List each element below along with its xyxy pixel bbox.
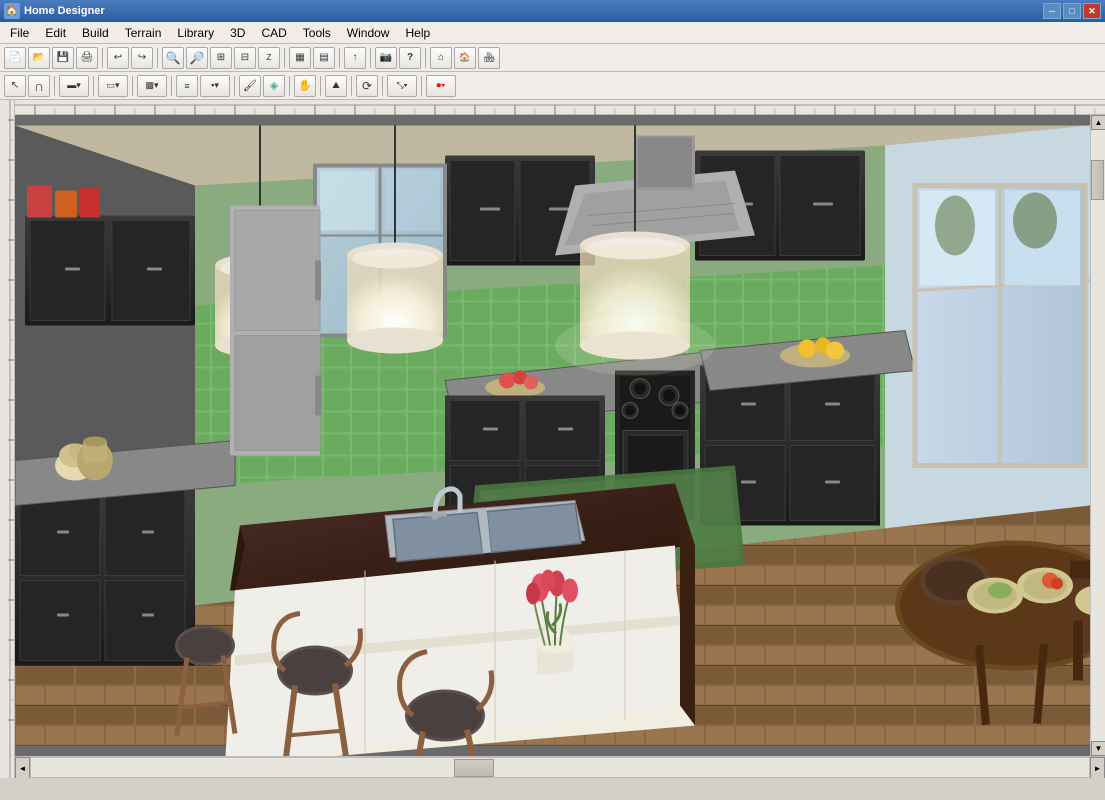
menu-build[interactable]: Build [74, 24, 117, 42]
menu-edit[interactable]: Edit [37, 24, 74, 42]
menu-library[interactable]: Library [169, 24, 222, 42]
sep-3 [284, 48, 285, 68]
menu-tools[interactable]: Tools [295, 24, 339, 42]
select-tool[interactable]: ↖ [4, 75, 26, 97]
scrollbar-vertical[interactable]: ▲ ▼ [1090, 115, 1105, 756]
window-tool[interactable]: ▩▾ [137, 75, 167, 97]
scroll-horizontal-thumb[interactable] [454, 759, 494, 777]
undo-button[interactable]: ↩ [107, 47, 129, 69]
toolbar-2: ↖ ∩ ▬▾ ▭▾ ▩▾ ≡ ▪▾ 🖌 ◈ ✋ ⛰ ⟳ ⤡▾ ⏺▾ [0, 72, 1105, 100]
wall-tool[interactable]: ▬▾ [59, 75, 89, 97]
scroll-vertical-thumb[interactable] [1091, 160, 1104, 200]
paint-tool[interactable]: 🖌 [239, 75, 261, 97]
zoom-in-button[interactable]: 🔍 [162, 47, 184, 69]
sep-t2-3 [132, 76, 133, 96]
roof-button[interactable]: 🏘 [478, 47, 500, 69]
cabinet-tool[interactable]: ▪▾ [200, 75, 230, 97]
sep-t2-10 [421, 76, 422, 96]
arc-tool[interactable]: ∩ [28, 75, 50, 97]
menu-3d[interactable]: 3D [222, 24, 253, 42]
zoom-fit-button[interactable]: ⊞ [210, 47, 232, 69]
kitchen-scene [15, 115, 1090, 756]
door-tool[interactable]: ▭▾ [98, 75, 128, 97]
stair-tool[interactable]: ≡ [176, 75, 198, 97]
sep-t2-6 [289, 76, 290, 96]
menu-bar: File Edit Build Terrain Library 3D CAD T… [0, 22, 1105, 44]
new-button[interactable]: 📄 [4, 47, 26, 69]
sep-t2-1 [54, 76, 55, 96]
scroll-down-button[interactable]: ▼ [1091, 741, 1105, 756]
sep-t2-8 [351, 76, 352, 96]
zoom-window-button[interactable]: Z [258, 47, 280, 69]
menu-help[interactable]: Help [397, 24, 438, 42]
sep-4 [339, 48, 340, 68]
terrain-tool[interactable]: ⛰ [325, 75, 347, 97]
color-tool[interactable]: ◈ [263, 75, 285, 97]
save-button[interactable]: 💾 [52, 47, 74, 69]
sep-t2-7 [320, 76, 321, 96]
help-button[interactable]: ? [399, 47, 421, 69]
open-button[interactable]: 📂 [28, 47, 50, 69]
scroll-horizontal-track[interactable] [30, 757, 1090, 778]
title-bar: 🏠 Home Designer ─ □ ✕ [0, 0, 1105, 22]
scroll-vertical-track[interactable] [1091, 130, 1105, 741]
sep-t2-4 [171, 76, 172, 96]
toolbar-1: 📄 📂 💾 🖨 ↩ ↪ 🔍 🔎 ⊞ ⊟ Z ▦ ▤ ↑ 📷 ? ⌂ 🏠 🏘 [0, 44, 1105, 72]
fill-button[interactable]: ▦ [289, 47, 311, 69]
main-area: ▲ ▼ ◄ ► [0, 100, 1105, 778]
menu-cad[interactable]: CAD [253, 24, 294, 42]
minimize-button[interactable]: ─ [1043, 3, 1061, 19]
menu-file[interactable]: File [2, 24, 37, 42]
scrollbar-horizontal[interactable]: ◄ ► [15, 756, 1105, 778]
scroll-left-button[interactable]: ◄ [15, 757, 30, 778]
close-button[interactable]: ✕ [1083, 3, 1101, 19]
house-3d-button[interactable]: 🏠 [454, 47, 476, 69]
rotate-tool[interactable]: ⟳ [356, 75, 378, 97]
record-button[interactable]: ⏺▾ [426, 75, 456, 97]
scroll-right-button[interactable]: ► [1090, 757, 1105, 778]
house-view-button[interactable]: ⌂ [430, 47, 452, 69]
viewport-canvas[interactable] [15, 115, 1090, 756]
sep-t2-5 [234, 76, 235, 96]
menu-terrain[interactable]: Terrain [117, 24, 170, 42]
sep-1 [102, 48, 103, 68]
redo-button[interactable]: ↪ [131, 47, 153, 69]
ruler-vertical [0, 100, 15, 778]
hatch-button[interactable]: ▤ [313, 47, 335, 69]
window-controls: ─ □ ✕ [1043, 3, 1101, 19]
hand-tool[interactable]: ✋ [294, 75, 316, 97]
sep-2 [157, 48, 158, 68]
camera-button[interactable]: 📷 [375, 47, 397, 69]
print-button[interactable]: 🖨 [76, 47, 98, 69]
menu-window[interactable]: Window [339, 24, 398, 42]
sep-6 [425, 48, 426, 68]
sep-t2-2 [93, 76, 94, 96]
transform-tool[interactable]: ⤡▾ [387, 75, 417, 97]
window-title: Home Designer [24, 5, 1043, 17]
app-icon: 🏠 [4, 3, 20, 19]
zoom-extents-button[interactable]: ⊟ [234, 47, 256, 69]
maximize-button[interactable]: □ [1063, 3, 1081, 19]
ruler-horizontal [15, 100, 1105, 115]
arrow-up-button[interactable]: ↑ [344, 47, 366, 69]
sep-t2-9 [382, 76, 383, 96]
sep-5 [370, 48, 371, 68]
scroll-up-button[interactable]: ▲ [1091, 115, 1105, 130]
zoom-out-button[interactable]: 🔎 [186, 47, 208, 69]
